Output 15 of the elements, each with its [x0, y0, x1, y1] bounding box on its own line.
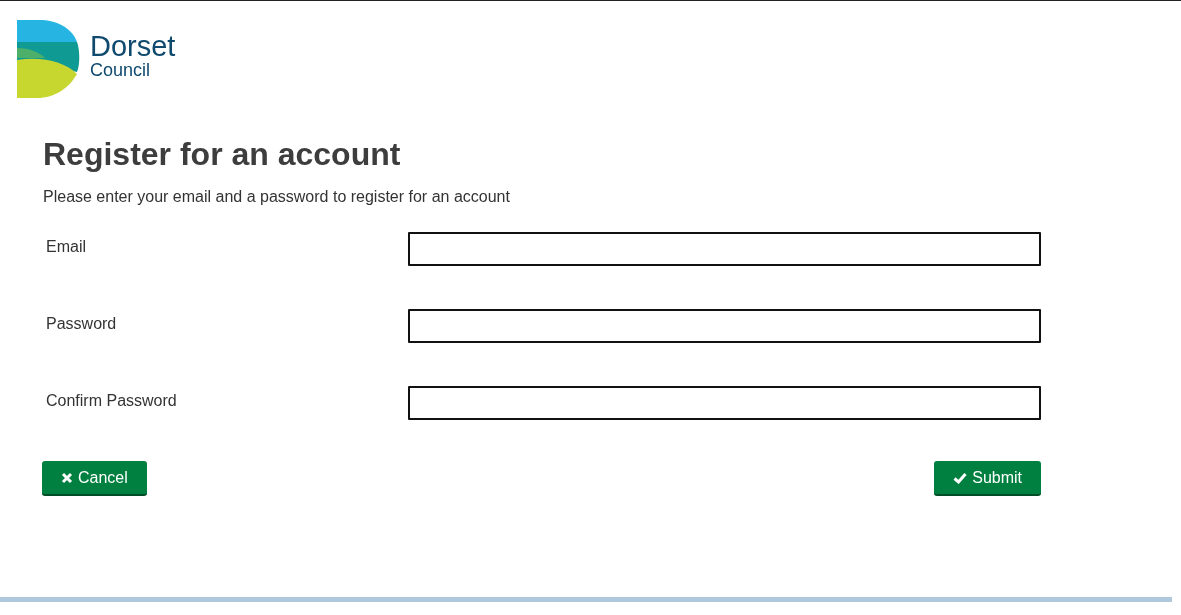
- input-field[interactable]: [408, 232, 1041, 266]
- check-icon: [953, 471, 968, 484]
- intro-text: Please enter your email and a password to register for an account: [43, 188, 511, 206]
- input-field[interactable]: [408, 309, 1041, 343]
- field-label: Password: [45, 314, 118, 333]
- logo-icon: [17, 20, 80, 98]
- logo-subname: Council: [90, 61, 152, 79]
- field-label: Email: [45, 237, 87, 256]
- field-label: Confirm Password: [45, 391, 178, 410]
- logo-name: Dorset: [90, 31, 176, 61]
- close-icon: [61, 471, 73, 484]
- cancel-button[interactable]: Cancel: [42, 461, 147, 496]
- page-heading: Register for an account: [43, 136, 402, 172]
- input-field[interactable]: [408, 386, 1041, 420]
- submit-button[interactable]: Submit: [934, 461, 1041, 496]
